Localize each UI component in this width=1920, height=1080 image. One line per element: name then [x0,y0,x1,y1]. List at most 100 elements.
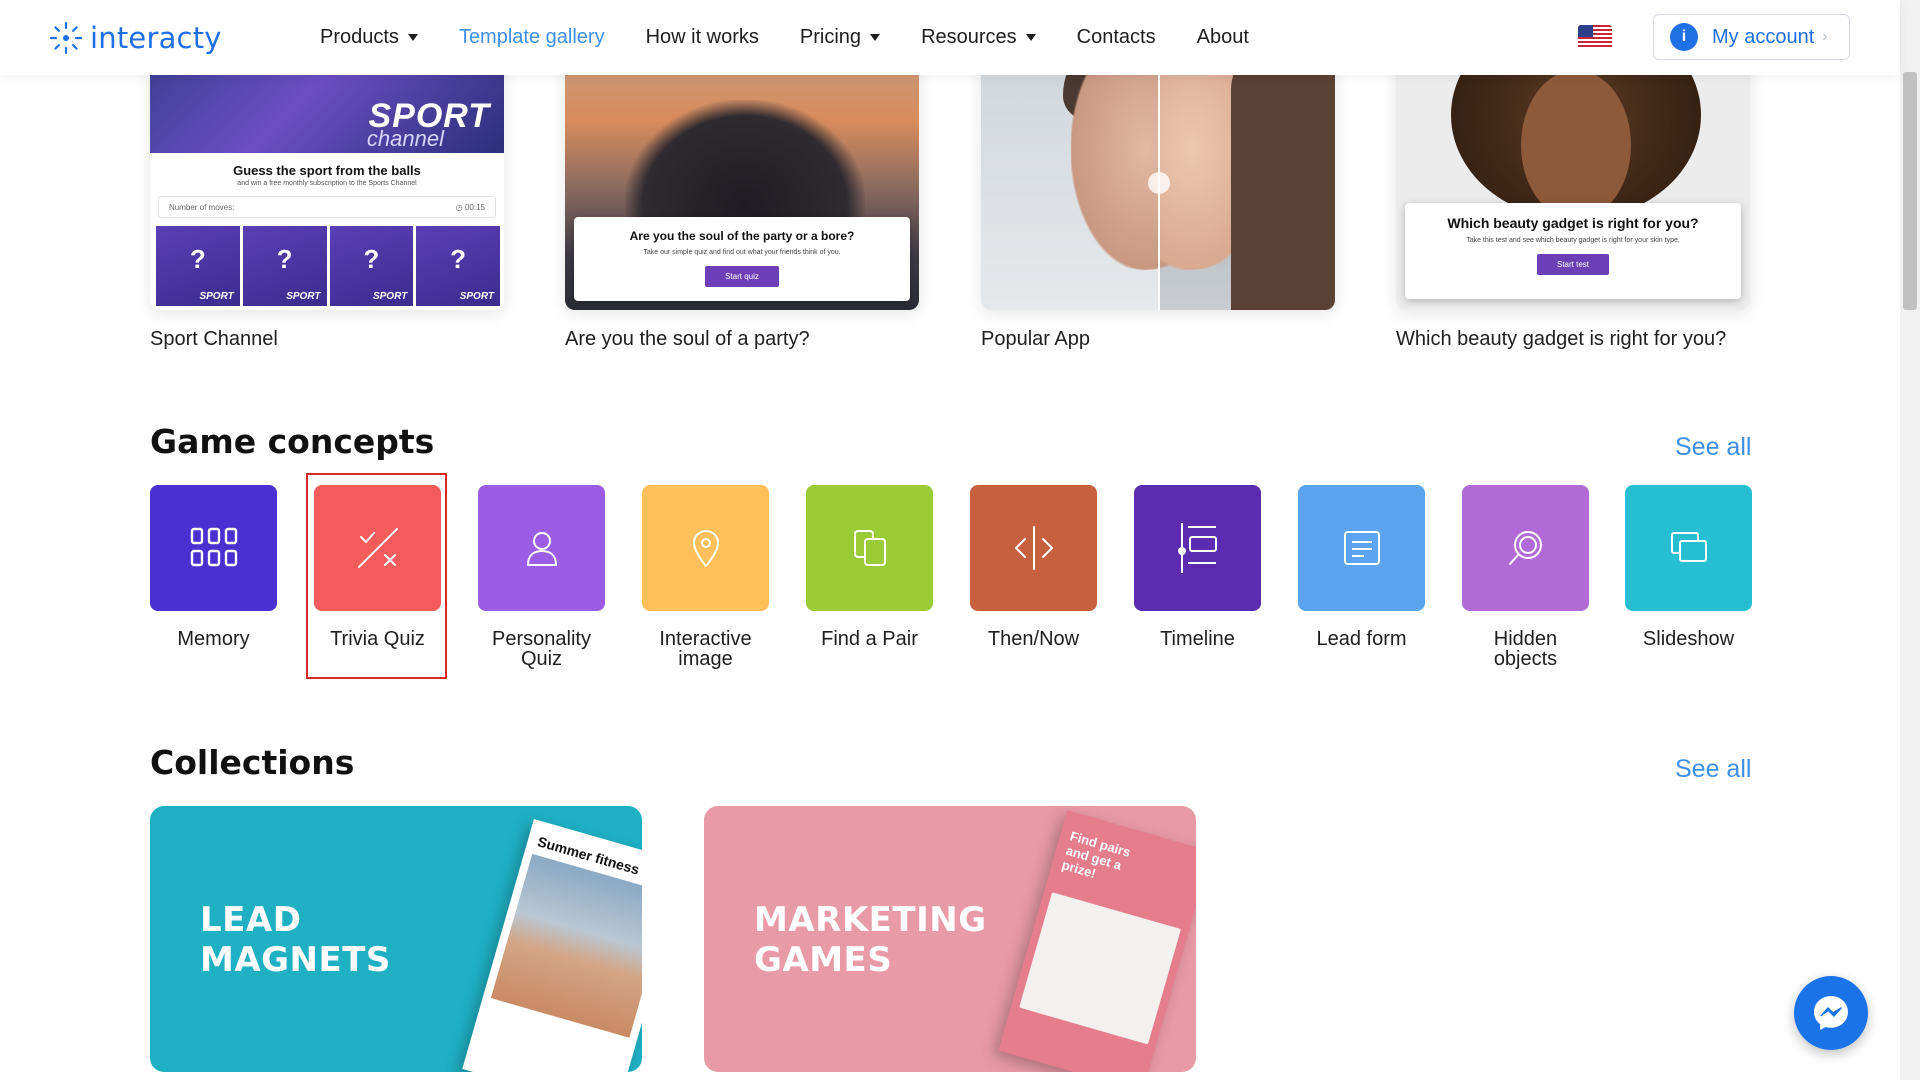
test-overlay-card: Which beauty gadget is right for you? Ta… [1405,203,1741,299]
game-preview: Find pairs and get a prize! [998,810,1196,1072]
caret-down-icon [1025,34,1036,41]
collection-title: LEAD MAGNETS [200,900,391,980]
concept-tile [1462,485,1589,611]
overlay-title: Are you the soul of the party or a bore? [629,229,855,243]
collection-title-line: MARKETING [754,900,987,940]
concept-tile [1625,485,1752,611]
collection-title-line: MAGNETS [200,940,391,980]
cards-icon [853,530,886,566]
concept-label: Lead form [1316,628,1407,650]
game-board [1019,892,1181,1045]
hair-right [1231,40,1335,310]
compare-handle-icon [1148,172,1170,194]
template-caption[interactable]: Sport Channel [150,328,278,351]
nav-template-gallery-label: Template gallery [458,26,605,48]
concept-label: Interactive image [659,628,752,670]
nav-about[interactable]: About [1197,26,1249,49]
nav-pricing-label: Pricing [799,26,862,48]
quiz-overlay-card: Are you the soul of the party or a bore?… [574,217,910,301]
account-info-icon: i [1670,23,1698,51]
sport-moves-bar: Number of moves: ◷ 00:15 [158,196,496,218]
template-card-soul-of-party[interactable]: Are you the soul of the party or a bore?… [565,40,919,310]
memory-tile: ? SPORT [416,226,500,306]
flag-canton [1578,25,1593,37]
tile-brand: SPORT [286,291,321,302]
sport-title: Guess the sport from the balls [233,163,421,178]
template-card-sport-channel[interactable]: SPORT channel Guess the sport from the b… [150,40,504,310]
my-account-label: My account [1712,25,1815,48]
form-icon [1343,531,1380,565]
scrollbar-thumb[interactable] [1903,72,1917,310]
start-quiz-button: Start quiz [705,266,779,287]
magazine-photo [490,853,642,1038]
start-test-button: Start test [1536,254,1609,275]
interacty-logo[interactable]: interacty [48,18,222,58]
collection-title-line: LEAD [200,900,302,940]
collection-title: MARKETING GAMES [754,900,987,980]
memory-tile: ? SPORT [329,226,414,306]
game-concepts-title: Game concepts [150,422,435,461]
selection-highlight [306,473,447,679]
concept-label: Slideshow [1642,628,1735,650]
nav-how-it-works[interactable]: How it works [646,26,759,49]
concept-label: Hidden objects [1493,628,1558,670]
collection-title-line: GAMES [754,940,893,980]
concept-lead-form[interactable]: Lead form [1298,485,1425,649]
template-caption[interactable]: Are you the soul of a party? [565,328,810,351]
nav-how-it-works-label: How it works [645,26,759,48]
collection-lead-magnets[interactable]: LEAD MAGNETS Summer fitness mar [150,806,642,1072]
nav-contacts[interactable]: Contacts [1077,26,1156,49]
concept-label: Memory [177,628,250,650]
collections-see-all-link[interactable]: See all [1675,755,1751,784]
template-caption[interactable]: Which beauty gadget is right for you? [1396,328,1726,351]
concept-label: Then/Now [987,628,1080,650]
timer-value: 00:15 [464,202,485,212]
concept-hidden-objects[interactable]: Hidden objects [1462,485,1589,669]
messenger-chat-button[interactable] [1794,976,1868,1050]
nav-products[interactable]: Products [320,26,418,49]
nav-pricing[interactable]: Pricing [799,26,881,49]
split-arrows-icon [1014,526,1053,570]
memory-tile: ? SPORT [156,226,240,306]
template-card-beauty-gadget[interactable]: Which beauty gadget is right for you? Ta… [1396,40,1750,310]
concept-tile [970,485,1097,611]
concept-label: Personality Quiz [492,628,591,670]
concept-label: Find a Pair [821,628,918,650]
person-icon [526,532,557,566]
my-account-button[interactable]: i My account › [1653,14,1850,60]
main-nav: Products Template gallery How it works P… [320,0,1290,75]
question-mark: ? [276,244,293,274]
timeline-icon [1177,523,1217,573]
overlay-text: Take our simple quiz and find out what y… [643,249,841,256]
concept-personality-quiz[interactable]: Personality Quiz [478,485,605,669]
nav-products-label: Products [320,26,399,48]
moves-label: Number of moves: [169,202,235,212]
grid-icon [190,527,237,567]
collection-marketing-games[interactable]: MARKETING GAMES Find pairs and get a pri… [704,806,1196,1072]
concept-timeline[interactable]: Timeline [1134,485,1261,649]
template-caption[interactable]: Popular App [981,328,1090,351]
tile-brand: SPORT [459,291,494,302]
question-mark: ? [189,244,206,274]
nav-about-label: About [1196,26,1249,48]
overlay-title: Which beauty gadget is right for you? [1447,215,1699,231]
nav-resources[interactable]: Resources [921,26,1036,49]
logo-icon [49,21,83,55]
concept-memory[interactable]: Memory [150,485,277,649]
concept-find-a-pair[interactable]: Find a Pair [806,485,933,649]
sport-tiles: ? SPORT ? SPORT ? SPORT ? SPORT [156,226,500,306]
caret-down-icon [870,34,881,41]
concept-slideshow[interactable]: Slideshow [1625,485,1752,649]
template-card-popular-app[interactable] [981,40,1335,310]
us-flag-icon[interactable] [1578,25,1612,49]
concept-then-now[interactable]: Then/Now [970,485,1097,649]
collections-title: Collections [150,743,355,782]
game-concepts-see-all-link[interactable]: See all [1675,433,1751,462]
nav-template-gallery[interactable]: Template gallery [459,26,605,49]
concept-interactive-image[interactable]: Interactive image [642,485,769,669]
concept-tile [478,485,605,611]
magnifier-icon [1508,531,1542,565]
slides-icon [1670,532,1707,562]
question-mark: ? [450,244,467,274]
concept-tile [806,485,933,611]
